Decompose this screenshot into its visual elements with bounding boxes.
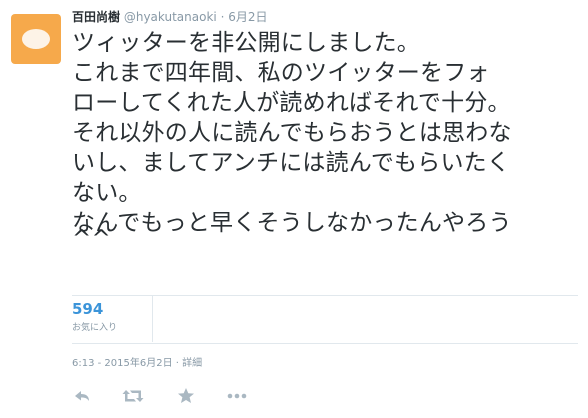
tweet-text-line: なんでもっと早くそうしなかったんやろう bbox=[72, 210, 512, 236]
tweet-timestamp[interactable]: 6:13 - 2015年6月2日 · 詳細 bbox=[72, 356, 202, 372]
more-button[interactable] bbox=[226, 386, 250, 410]
header-separator: · bbox=[220, 10, 225, 24]
more-icon bbox=[227, 393, 247, 399]
user-name[interactable]: 百田尚樹 bbox=[72, 10, 120, 24]
retweet-button[interactable] bbox=[122, 386, 146, 410]
user-handle[interactable]: @hyakutanaoki bbox=[124, 10, 217, 24]
egg-icon bbox=[22, 29, 50, 49]
tweet-text-line: ツィッターを非公開にしました。 bbox=[72, 30, 420, 56]
tweet-text: ツィッターを非公開にしました。 これまで四年間、私のツイッターをフォ ローしてく… bbox=[72, 28, 577, 262]
tweet-date[interactable]: 6月2日 bbox=[228, 10, 267, 24]
divider bbox=[72, 343, 578, 344]
tweet-actions bbox=[72, 386, 292, 410]
favorites-stat[interactable]: 594 お気に入り bbox=[72, 296, 153, 342]
reply-icon bbox=[75, 391, 89, 401]
avatar[interactable] bbox=[11, 14, 61, 64]
favorite-icon bbox=[178, 388, 194, 403]
favorites-label: お気に入り bbox=[72, 323, 118, 333]
tweet-text-line: これまで四年間、私のツイッターをフォ bbox=[72, 60, 490, 86]
tweet-text-line: いし、ましてアンチには読んでもらいたく bbox=[72, 150, 511, 176]
favorite-button[interactable] bbox=[176, 386, 200, 410]
tweet-header: 百田尚樹 @hyakutanaoki · 6月2日 bbox=[72, 8, 268, 26]
reply-button[interactable] bbox=[72, 386, 96, 410]
retweet-icon bbox=[122, 390, 144, 402]
tweet-card: 百田尚樹 @hyakutanaoki · 6月2日 ツィッターを非公開にしました… bbox=[0, 0, 588, 418]
tweet-stats: 594 お気に入り bbox=[72, 296, 578, 348]
tweet-text-line: ない。 bbox=[72, 180, 142, 206]
tweet-text-line: それ以外の人に読んでもらおうとは思わな bbox=[72, 120, 512, 146]
favorites-count: 594 bbox=[72, 300, 104, 318]
tweet-text-line: ローしてくれた人が読めればそれで十分。 bbox=[72, 90, 511, 116]
